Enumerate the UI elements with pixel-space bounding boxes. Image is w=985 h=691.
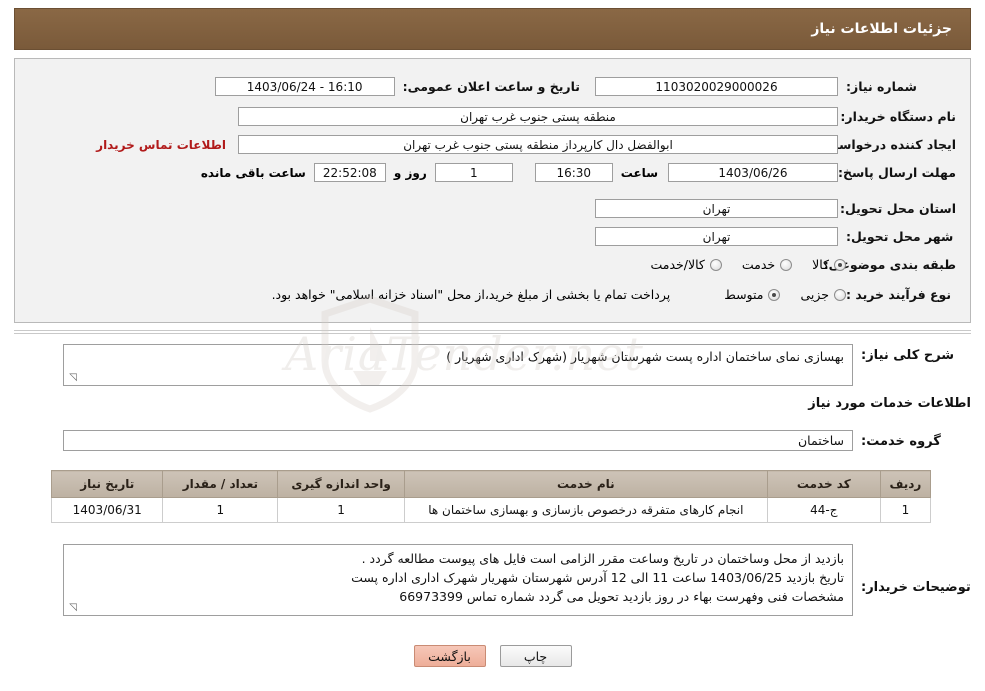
divider <box>14 330 971 331</box>
resize-grip-icon[interactable]: ◹ <box>67 603 77 613</box>
deadline-label: مهلت ارسال پاسخ: تا تاریخ: <box>784 165 956 180</box>
buyer-contact-link[interactable]: اطلاعات تماس خریدار <box>96 138 226 152</box>
category-option-label: خدمت <box>741 257 776 272</box>
category-option-khedmat[interactable]: خدمت <box>741 257 793 272</box>
province-value: تهران <box>595 199 838 218</box>
overview-text: بهسازی نمای ساختمان اداره پست شهرستان شه… <box>446 349 844 364</box>
deadline-time: 16:30 <box>534 163 613 182</box>
radio-icon[interactable] <box>709 258 722 271</box>
overview-label: شرح کلی نیاز: <box>861 348 955 363</box>
remaining-time-value: 22:52:08 <box>313 163 386 182</box>
purchase-type-label: نوع فرآیند خرید : <box>846 287 952 302</box>
services-section-title: اطلاعات خدمات مورد نیاز <box>808 396 971 411</box>
radio-icon[interactable] <box>768 288 781 301</box>
col-index: ردیف <box>879 470 932 498</box>
category-option-kala-khedmat[interactable]: کالا/خدمت <box>650 257 722 272</box>
cell-date: 1403/06/31 <box>50 497 164 523</box>
buyer-notes-line: مشخصات فنی وفهرست بهاء در روز بازدید تحو… <box>399 589 844 604</box>
city-label: شهر محل تحویل: <box>846 229 954 244</box>
city-value: تهران <box>595 227 838 246</box>
purchase-type-option-label: متوسط <box>724 287 764 302</box>
category-option-kala[interactable]: کالا <box>812 257 846 272</box>
buyer-org-row: نام دستگاه خریدار: منطقه پستی جنوب غرب ت… <box>238 107 956 126</box>
back-button[interactable]: بازگشت <box>413 645 486 667</box>
cell-code: ج-44 <box>766 497 881 523</box>
page-header: جزئیات اطلاعات نیاز <box>14 8 971 50</box>
hour-label: ساعت <box>620 165 658 180</box>
purchase-type-row: نوع فرآیند خرید : جزیی متوسط پرداخت تمام… <box>272 287 956 302</box>
buyer-notes-value: بازدید از محل وساختمان در تاریخ وساعت مق… <box>63 544 853 616</box>
col-unit: واحد اندازه گیری <box>277 470 405 498</box>
buyer-org-label: نام دستگاه خریدار: <box>840 109 956 124</box>
service-group-label: گروه خدمت: <box>861 434 941 449</box>
table-row: 1 ج-44 انجام کارهای متفرقه درخصوص بازساز… <box>50 497 932 523</box>
page-title: جزئیات اطلاعات نیاز <box>811 21 952 37</box>
col-code: کد خدمت <box>766 470 881 498</box>
footer-actions: چاپ بازگشت <box>0 645 985 667</box>
deadline-date: 1403/06/26 <box>668 163 838 182</box>
city-row: شهر محل تحویل: تهران <box>595 227 956 246</box>
radio-icon[interactable] <box>834 258 846 271</box>
public-announce-value: 16:10 - 1403/06/24 <box>214 77 395 96</box>
category-option-label: کالا/خدمت <box>650 257 705 272</box>
province-row: استان محل تحویل: تهران <box>595 199 956 218</box>
purchase-type-option-label: جزیی <box>800 287 829 302</box>
requester-row: ایجاد کننده درخواست: ابوالفضل دال کارپرد… <box>96 135 956 154</box>
divider <box>14 333 971 334</box>
table-header-row: ردیف کد خدمت نام خدمت واحد اندازه گیری ت… <box>50 470 932 498</box>
col-name: نام خدمت <box>403 470 768 498</box>
col-quantity: تعداد / مقدار <box>162 470 279 498</box>
days-label: روز و <box>393 165 427 180</box>
requester-value: ابوالفضل دال کارپرداز منطقه پستی جنوب غر… <box>238 135 838 154</box>
need-number-label: شماره نیاز: <box>846 79 917 94</box>
need-number-row: شماره نیاز: 1103020029000026 <box>595 77 956 96</box>
services-table: ردیف کد خدمت نام خدمت واحد اندازه گیری ت… <box>50 470 932 523</box>
service-group-text: ساختمان <box>798 433 844 448</box>
resize-grip-icon[interactable]: ◹ <box>67 373 77 383</box>
need-details-panel: شماره نیاز: 1103020029000026 تاریخ و ساع… <box>14 58 971 413</box>
category-option-label: کالا <box>812 257 829 272</box>
services-table-wrap: ردیف کد خدمت نام خدمت واحد اندازه گیری ت… <box>50 470 932 523</box>
category-row: طبقه بندی موضوعی: کالا خدمت کالا/خدمت <box>630 257 956 272</box>
cell-index: 1 <box>879 497 932 523</box>
buyer-notes-label: توضیحات خریدار: <box>861 580 971 595</box>
radio-icon[interactable] <box>780 258 793 271</box>
overview-value: بهسازی نمای ساختمان اداره پست شهرستان شه… <box>63 344 853 386</box>
need-number-value: 1103020029000026 <box>595 77 838 96</box>
col-date: تاریخ نیاز <box>50 470 164 498</box>
cell-quantity: 1 <box>162 497 279 523</box>
cell-name: انجام کارهای متفرقه درخصوص بازسازی و بهس… <box>403 497 768 523</box>
purchase-type-option-motevaset[interactable]: متوسط <box>724 287 781 302</box>
public-announce-label: تاریخ و ساعت اعلان عمومی: <box>402 79 580 94</box>
public-announce-row: تاریخ و ساعت اعلان عمومی: 16:10 - 1403/0… <box>214 77 580 96</box>
buyer-org-value: منطقه پستی جنوب غرب تهران <box>238 107 838 126</box>
purchase-type-option-jozii[interactable]: جزیی <box>800 287 846 302</box>
requester-label: ایجاد کننده درخواست: <box>820 137 956 152</box>
category-label: طبقه بندی موضوعی: <box>823 257 956 272</box>
remaining-label: ساعت باقی مانده <box>200 165 306 180</box>
buyer-notes-line: بازدید از محل وساختمان در تاریخ وساعت مق… <box>361 551 844 566</box>
radio-icon[interactable] <box>834 288 846 301</box>
days-remaining-value: 1 <box>434 163 513 182</box>
need-description-section: شرح کلی نیاز: بهسازی نمای ساختمان اداره … <box>14 330 971 640</box>
print-button[interactable]: چاپ <box>499 645 572 667</box>
deadline-row: مهلت ارسال پاسخ: تا تاریخ: 1403/06/26 سا… <box>201 163 956 182</box>
cell-unit: 1 <box>277 497 405 523</box>
purchase-note: پرداخت تمام یا بخشی از مبلغ خرید،از محل … <box>271 287 671 302</box>
buyer-notes-line: تاریخ بازدید 1403/06/25 ساعت 11 الی 12 آ… <box>351 570 844 585</box>
province-label: استان محل تحویل: <box>839 201 956 216</box>
service-group-value: ساختمان <box>63 430 853 451</box>
